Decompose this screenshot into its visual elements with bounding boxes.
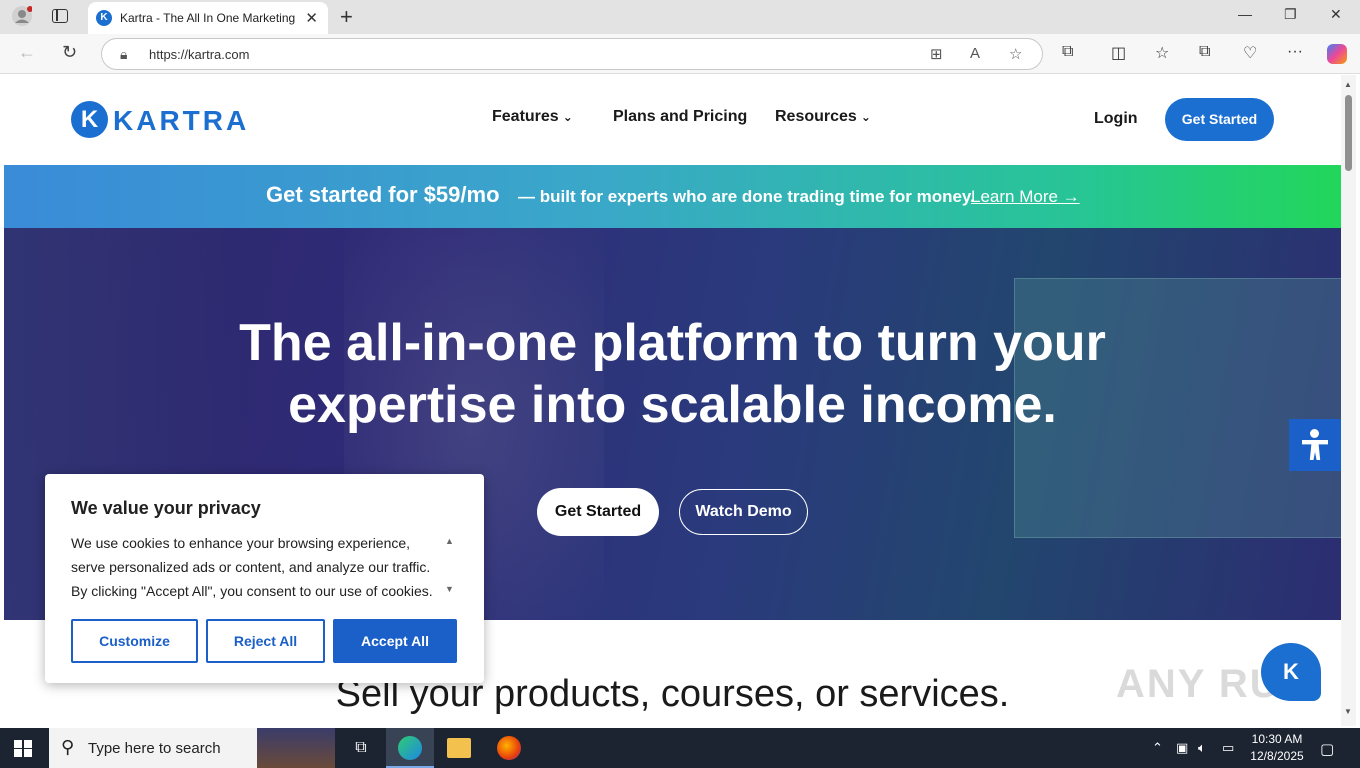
- back-arrow-icon[interactable]: ←: [18, 42, 36, 63]
- scrollbar-thumb[interactable]: [1345, 95, 1352, 171]
- scroll-up-icon[interactable]: ▲: [445, 536, 454, 546]
- page-scrollbar[interactable]: ▲ ▼: [1341, 75, 1356, 726]
- collections-icon[interactable]: ⧉: [1199, 43, 1210, 61]
- favorite-star-icon[interactable]: ☆: [1009, 45, 1022, 63]
- volume-icon[interactable]: 🔈︎: [1198, 740, 1206, 756]
- nav-resources-label: Resources: [775, 108, 857, 125]
- favorites-icon[interactable]: ☆: [1155, 43, 1169, 63]
- accept-all-button[interactable]: Accept All: [333, 619, 457, 663]
- customize-button[interactable]: Customize: [71, 619, 198, 663]
- nav-plans-and-pricing[interactable]: Plans and Pricing: [613, 108, 747, 126]
- tab-title: Kartra - The All In One Marketing: [120, 11, 296, 25]
- browser-tab-active[interactable]: K Kartra - The All In One Marketing ✕: [88, 2, 328, 34]
- split-screen-icon[interactable]: ◫: [1111, 43, 1126, 63]
- scrollbar-down-icon[interactable]: ▼: [1344, 707, 1352, 716]
- url-text[interactable]: https://kartra.com: [149, 47, 249, 62]
- kartra-logo-mark-icon: K: [71, 101, 108, 138]
- firefox-icon[interactable]: [497, 736, 521, 760]
- reject-all-button[interactable]: Reject All: [206, 619, 325, 663]
- new-tab-button[interactable]: +: [340, 4, 353, 30]
- cookie-consent-dialog: We value your privacy We use cookies to …: [45, 474, 484, 683]
- app-available-icon[interactable]: ⊞: [930, 45, 943, 63]
- more-options-icon[interactable]: ···: [1287, 43, 1303, 61]
- hero-headline-line2: expertise into scalable income.: [288, 376, 1057, 434]
- clock-time: 10:30 AM: [1251, 732, 1303, 746]
- promo-price-text: Get started for $59/mo: [266, 182, 500, 207]
- chat-widget-icon[interactable]: K: [1261, 643, 1321, 701]
- refresh-icon[interactable]: ↻: [62, 42, 77, 63]
- hero-headline-line1: The all-in-one platform to turn your: [239, 314, 1106, 372]
- promo-subtext: — built for experts who are done trading…: [518, 187, 975, 206]
- nav-plans-label: Plans and Pricing: [613, 108, 748, 125]
- page-viewport: K KARTRA Features ⌄ Plans and Pricing Res…: [4, 75, 1341, 726]
- tray-meet-icon[interactable]: ▣: [1176, 740, 1188, 756]
- hero-get-started-button[interactable]: Get Started: [537, 488, 659, 536]
- network-icon[interactable]: ▭: [1222, 740, 1234, 756]
- cookie-body: We use cookies to enhance your browsing …: [71, 535, 433, 599]
- workspaces-icon[interactable]: [52, 9, 68, 23]
- search-highlight-image: [257, 728, 335, 768]
- scroll-down-icon[interactable]: ▼: [445, 584, 454, 594]
- address-bar[interactable]: 🔒︎ https://kartra.com ⊞ A ☆: [101, 38, 1043, 70]
- windows-start-icon[interactable]: [14, 740, 32, 757]
- taskbar-search-placeholder: Type here to search: [88, 740, 221, 757]
- read-aloud-icon[interactable]: A: [970, 45, 980, 62]
- promo-banner: Get started for $59/mo — built for exper…: [4, 165, 1341, 228]
- hero-headline: The all-in-one platform to turn your exp…: [4, 312, 1341, 436]
- chevron-down-icon: ⌄: [860, 110, 871, 124]
- kartra-logo-text: KARTRA: [113, 105, 250, 136]
- notifications-icon[interactable]: ▢: [1320, 740, 1334, 758]
- task-view-icon[interactable]: ⧉: [349, 736, 373, 760]
- nav-features[interactable]: Features ⌄: [492, 108, 573, 126]
- learn-more-link[interactable]: Learn More →: [971, 187, 1080, 207]
- kartra-favicon-icon: K: [96, 10, 112, 26]
- extensions-icon[interactable]: ⧉: [1062, 43, 1073, 61]
- copilot-icon[interactable]: [1327, 44, 1347, 64]
- header-get-started-button[interactable]: Get Started: [1165, 98, 1274, 141]
- clock-date: 12/8/2025: [1250, 749, 1304, 763]
- browser-toolbar: ← ↻ 🔒︎ https://kartra.com ⊞ A ☆ ⧉ ◫ ☆ ⧉ …: [0, 34, 1360, 74]
- tray-chevron-icon[interactable]: ⌃: [1152, 740, 1163, 756]
- chevron-down-icon: ⌄: [562, 110, 573, 124]
- screen: K Kartra - The All In One Marketing ✕ + …: [0, 0, 1360, 768]
- minimize-button[interactable]: —: [1238, 6, 1252, 22]
- scrollbar-up-icon[interactable]: ▲: [1344, 80, 1352, 89]
- window-close-button[interactable]: ✕: [1330, 6, 1342, 23]
- nav-resources[interactable]: Resources ⌄: [775, 108, 871, 126]
- taskbar-search[interactable]: ⚲ Type here to search: [49, 728, 335, 768]
- windows-taskbar: ⚲ Type here to search ⧉ ⌃ ▣ 🔈︎ ▭ 10:30 A…: [0, 728, 1360, 768]
- site-info-icon[interactable]: 🔒︎: [120, 46, 127, 63]
- restore-button[interactable]: ❐: [1284, 6, 1297, 23]
- site-header: K KARTRA Features ⌄ Plans and Pricing Res…: [4, 75, 1341, 165]
- profile-icon[interactable]: [12, 6, 32, 26]
- file-explorer-icon[interactable]: [447, 738, 471, 758]
- cookie-title: We value your privacy: [71, 498, 261, 518]
- nav-features-label: Features: [492, 108, 559, 125]
- login-link[interactable]: Login: [1094, 110, 1138, 128]
- browser-tab-strip: K Kartra - The All In One Marketing ✕ + …: [0, 0, 1360, 34]
- browser-essentials-icon[interactable]: ♡: [1243, 43, 1257, 63]
- accessibility-icon[interactable]: [1289, 419, 1341, 471]
- tab-close-icon[interactable]: ✕: [305, 9, 318, 27]
- watch-demo-button[interactable]: Watch Demo: [679, 489, 808, 535]
- edge-browser-icon[interactable]: [398, 736, 422, 760]
- search-icon: ⚲: [61, 737, 75, 757]
- taskbar-clock[interactable]: 10:30 AM 12/8/2025: [1245, 731, 1309, 765]
